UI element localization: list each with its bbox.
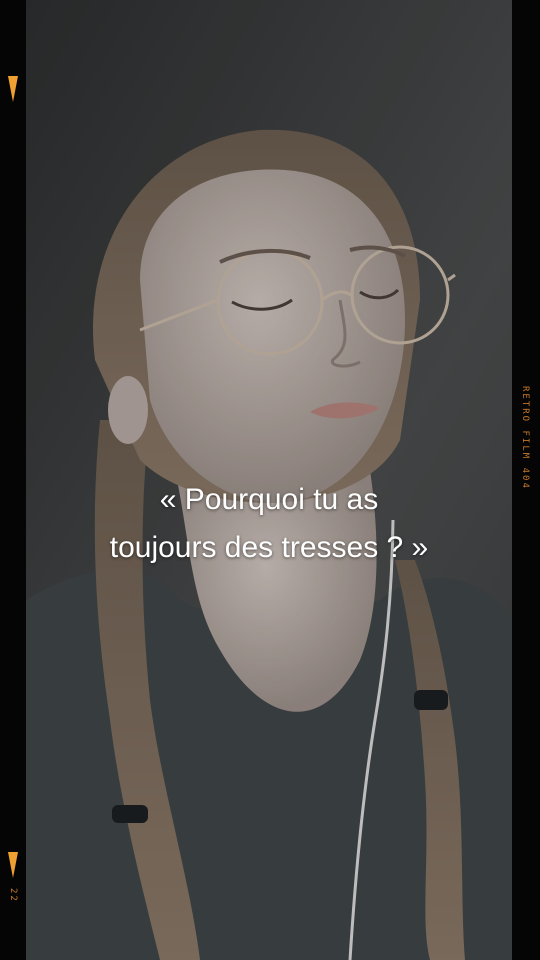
caption-overlay: « Pourquoi tu as toujours des tresses ? … — [26, 476, 512, 572]
film-edge-label: RETRO FILM 404 — [520, 386, 530, 490]
film-rail-left: 22 — [0, 0, 26, 960]
caption-line-1: « Pourquoi tu as — [159, 483, 379, 516]
film-marker-icon — [8, 76, 18, 102]
caption-line-2: toujours des tresses ? » — [109, 531, 429, 564]
frame-number: 22 — [8, 888, 18, 903]
film-marker-icon — [8, 852, 18, 878]
film-rail-right: RETRO FILM 404 — [512, 0, 540, 960]
